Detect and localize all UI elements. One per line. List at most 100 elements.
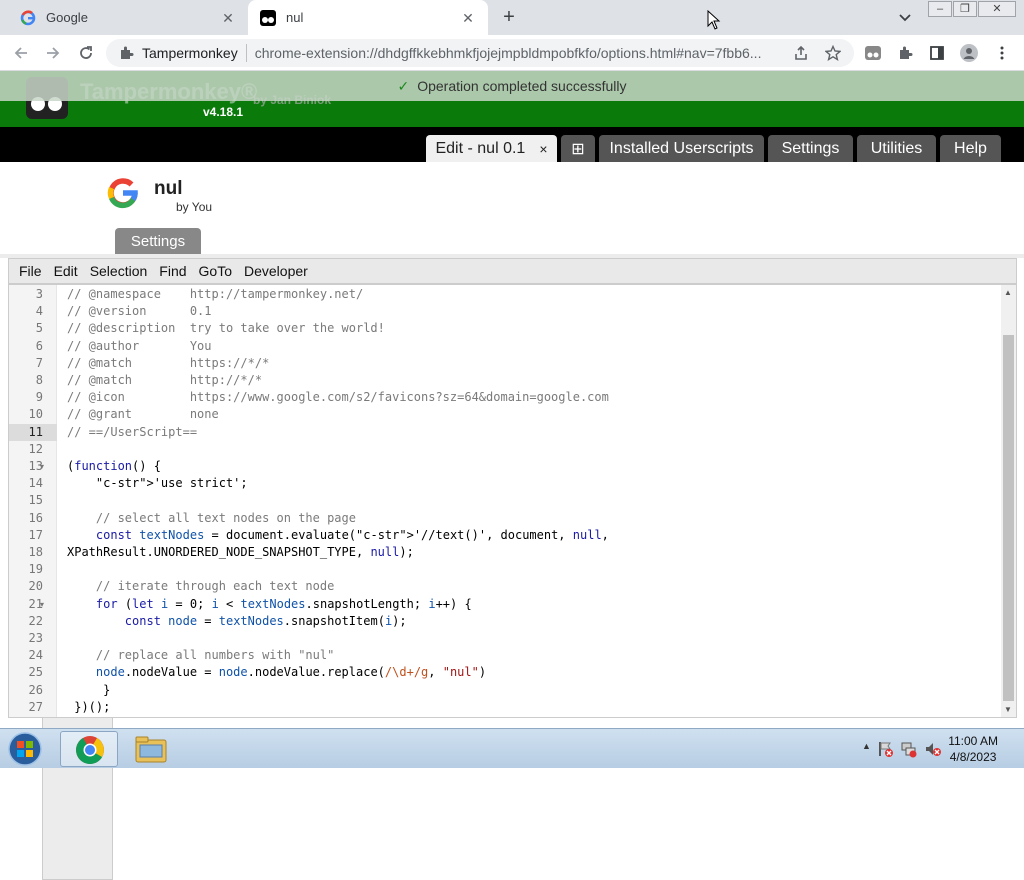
line-number: 7 — [35, 355, 43, 370]
scroll-up-arrow-icon[interactable]: ▲ — [1004, 288, 1012, 297]
show-hidden-icons-arrow[interactable]: ▲ — [862, 741, 871, 751]
windows-start-icon[interactable] — [4, 731, 46, 767]
code-line[interactable]: for (let i = 0; i < textNodes.snapshotLe… — [67, 596, 472, 613]
tab-help[interactable]: Help — [940, 135, 1001, 162]
code-line[interactable]: // @grant none — [67, 406, 219, 423]
code-line[interactable]: // @description try to take over the wor… — [67, 320, 385, 337]
browser-tab-strip: Google ✕ nul ✕ + – ❐ ✕ — [0, 0, 1024, 35]
tab-installed-userscripts[interactable]: Installed Userscripts — [599, 135, 764, 162]
line-number: 5 — [35, 321, 43, 336]
code-line[interactable]: (function() { — [67, 458, 161, 475]
network-icon[interactable] — [900, 740, 918, 758]
code-line[interactable]: // @match http://*/* — [67, 372, 262, 389]
menu-developer[interactable]: Developer — [244, 263, 308, 279]
script-info-panel: nul by You Editor Settings — [0, 162, 1024, 880]
clock-date: 4/8/2023 — [949, 750, 997, 764]
minimize-window-button[interactable]: – — [928, 1, 952, 17]
share-icon[interactable] — [790, 42, 812, 64]
code-line[interactable]: // @version 0.1 — [67, 303, 212, 320]
line-number: 11 — [9, 423, 57, 441]
reload-icon[interactable] — [75, 42, 97, 64]
vertical-scrollbar[interactable]: ▲ ▼ — [1001, 285, 1016, 717]
line-number-gutter: 3 4 5 6 7 8 9 10 11 12 13 ▾ 14 15 16 17 18 19 20 21 ▾ 22 23 24 2… — [9, 285, 57, 717]
close-window-button[interactable]: ✕ — [978, 1, 1016, 17]
tab-search-chevron-icon[interactable] — [896, 8, 914, 26]
back-arrow-icon[interactable] — [10, 42, 32, 64]
add-script-icon[interactable]: ⊞ — [561, 135, 595, 162]
bookmark-star-icon[interactable] — [822, 42, 844, 64]
forward-arrow-icon[interactable] — [42, 42, 64, 64]
line-number: 6 — [35, 338, 43, 353]
code-line[interactable]: node.nodeValue = node.nodeValue.replace(… — [67, 664, 486, 681]
restore-window-button[interactable]: ❐ — [953, 1, 977, 17]
line-number: 19 — [28, 562, 43, 577]
line-number: 17 — [28, 527, 43, 542]
notice-text: Operation completed successfully — [417, 78, 627, 94]
code-line[interactable]: // iterate through each text node — [67, 578, 334, 595]
tab-settings[interactable]: Settings — [768, 135, 853, 162]
close-editor-icon[interactable]: × — [539, 141, 547, 157]
side-panel-icon[interactable] — [926, 42, 948, 64]
volume-muted-icon[interactable] — [924, 740, 942, 758]
code-line[interactable]: const textNodes = document.evaluate("c-s… — [67, 527, 609, 544]
menu-find[interactable]: Find — [159, 263, 186, 279]
code-line[interactable]: // select all text nodes on the page — [67, 510, 356, 527]
close-tab-icon[interactable]: ✕ — [220, 10, 236, 26]
tampermonkey-icon — [260, 9, 276, 26]
code-editor[interactable]: 3 4 5 6 7 8 9 10 11 12 13 ▾ 14 15 16 17 18 19 20 21 ▾ 22 23 24 2… — [8, 284, 1017, 718]
code-line[interactable]: // @match https://*/* — [67, 355, 269, 372]
extensions-puzzle-icon[interactable] — [894, 42, 916, 64]
version-label: v4.18.1 — [203, 105, 244, 119]
line-number: 22 — [28, 613, 43, 628]
code-line[interactable]: // replace all numbers with "nul" — [67, 647, 334, 664]
extension-name: Tampermonkey — [142, 45, 238, 61]
tampermonkey-extension-icon[interactable] — [862, 42, 884, 64]
windows-taskbar: ▲ 11:00 AM 4/8/2023 — [0, 728, 1024, 768]
menu-edit[interactable]: Edit — [54, 263, 78, 279]
code-line[interactable]: // @namespace http://tampermonkey.net/ — [67, 286, 363, 303]
fold-arrow-icon[interactable]: ▾ — [40, 462, 44, 471]
taskbar-chrome-button[interactable] — [60, 731, 118, 767]
line-number: 18 — [28, 545, 43, 559]
line-number: 26 — [28, 682, 43, 697]
profile-avatar-icon[interactable] — [958, 42, 980, 64]
new-tab-button[interactable]: + — [498, 6, 520, 28]
line-number: 27 — [28, 699, 43, 714]
code-line[interactable]: // @icon https://www.google.com/s2/favic… — [67, 389, 609, 406]
script-name: nul — [154, 178, 183, 199]
menu-file[interactable]: File — [19, 263, 42, 279]
action-center-flag-icon[interactable] — [876, 740, 894, 758]
code-line[interactable]: } — [67, 682, 110, 699]
system-tray: ▲ 11:00 AM 4/8/2023 — [834, 729, 1024, 769]
url-text[interactable]: chrome-extension://dhdgffkkebhmkfjojejmp… — [255, 45, 785, 61]
tab-edit-script[interactable]: Edit - nul 0.1 × — [426, 135, 557, 162]
menu-selection[interactable]: Selection — [90, 263, 148, 279]
browser-tab-google[interactable]: Google ✕ — [8, 0, 248, 35]
scroll-down-arrow-icon[interactable]: ▼ — [1004, 705, 1012, 714]
tab-title: nul — [286, 10, 304, 25]
fold-arrow-icon[interactable]: ▾ — [40, 600, 44, 609]
address-bar[interactable]: Tampermonkey chrome-extension://dhdgffkk… — [106, 39, 854, 67]
code-line[interactable]: const node = textNodes.snapshotItem(i); — [67, 613, 407, 630]
code-line[interactable]: // ==/UserScript== — [67, 424, 197, 441]
code-line[interactable]: })(); — [67, 699, 110, 716]
tab-utilities[interactable]: Utilities — [857, 135, 936, 162]
browser-tab-nul[interactable]: nul ✕ — [248, 0, 488, 35]
taskbar-explorer-button[interactable] — [122, 731, 180, 767]
taskbar-clock[interactable]: 11:00 AM 4/8/2023 — [948, 733, 998, 765]
code-line[interactable]: // @author You — [67, 338, 212, 355]
close-tab-icon[interactable]: ✕ — [460, 10, 476, 26]
line-number: 16 — [28, 510, 43, 525]
editor-menubar: File Edit Selection Find GoTo Developer — [8, 258, 1017, 284]
code-line[interactable]: "c-str">'use strict'; — [67, 475, 248, 492]
line-number: 21 — [28, 596, 43, 611]
subtab-settings[interactable]: Settings — [115, 228, 201, 254]
folder-icon — [135, 736, 167, 763]
menu-goto[interactable]: GoTo — [199, 263, 232, 279]
scrollbar-thumb[interactable] — [1003, 335, 1014, 701]
more-menu-icon[interactable] — [991, 42, 1013, 64]
success-notice: ✓ Operation completed successfully — [0, 71, 1024, 101]
line-number: 25 — [28, 665, 43, 680]
browser-toolbar: Tampermonkey chrome-extension://dhdgffkk… — [0, 35, 1024, 71]
code-line[interactable]: XPathResult.UNORDERED_NODE_SNAPSHOT_TYPE… — [67, 544, 414, 561]
